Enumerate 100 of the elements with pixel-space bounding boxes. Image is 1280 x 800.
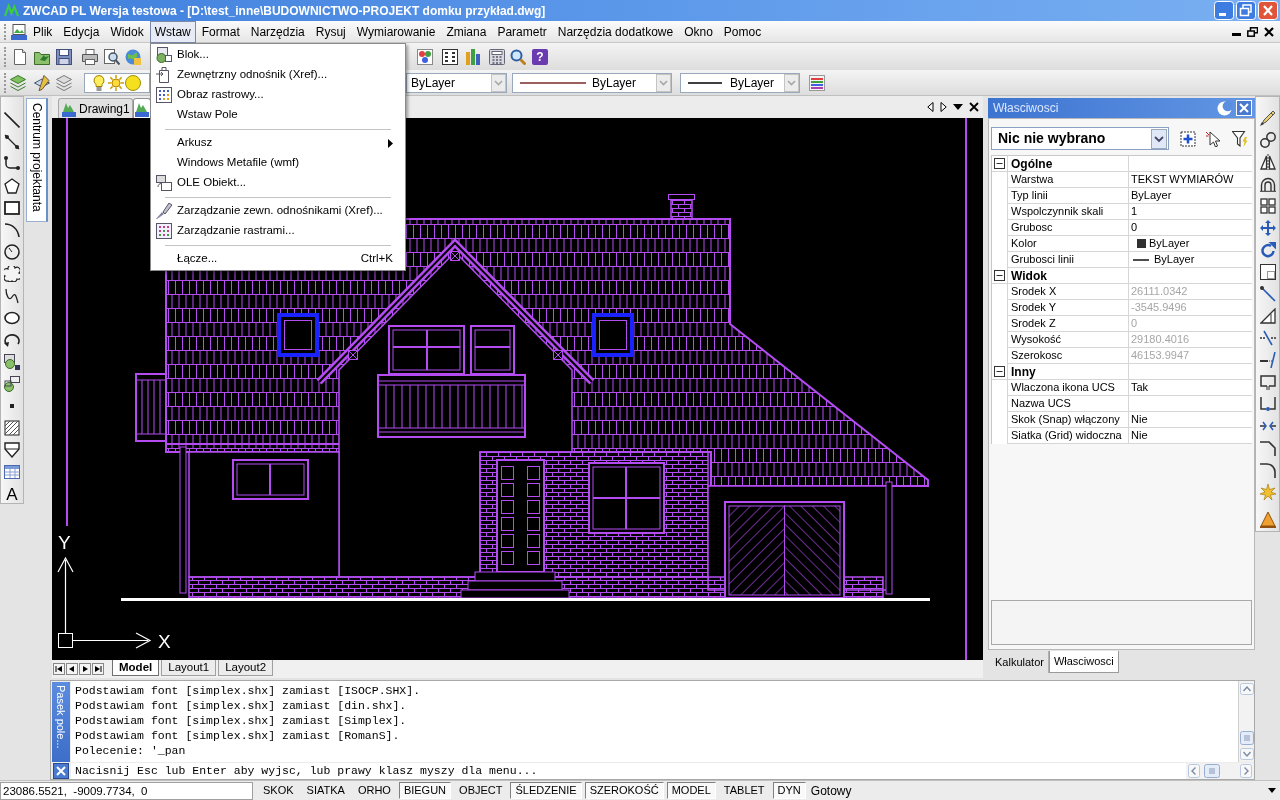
status-toggle[interactable]: SIATKA xyxy=(301,782,350,799)
caret-down-icon[interactable] xyxy=(953,104,963,110)
shapes-stack-icon[interactable] xyxy=(4,376,20,392)
close-icon[interactable] xyxy=(969,102,979,112)
block-shapes-icon[interactable] xyxy=(156,47,172,63)
color-dots-icon[interactable] xyxy=(417,48,433,65)
linked-circles-icon[interactable] xyxy=(1259,132,1276,148)
menu-item[interactable]: Rysuj xyxy=(310,20,351,43)
trim-icon[interactable] xyxy=(1259,330,1276,346)
bar-columns-icon[interactable] xyxy=(465,48,481,65)
property-value[interactable]: ByLayer xyxy=(1149,235,1190,252)
line-with-points-icon[interactable] xyxy=(4,134,20,150)
grid-squares-icon[interactable] xyxy=(1259,198,1276,214)
menu-item[interactable]: Narzędzia xyxy=(245,20,310,43)
pixel-grid-icon[interactable] xyxy=(156,87,172,103)
cloud-icon[interactable] xyxy=(4,266,20,282)
menu-item[interactable]: Zmiana xyxy=(441,20,492,43)
layout-tab[interactable]: Layout2 xyxy=(218,660,274,676)
property-value[interactable]: TEKST WYMIARÓW xyxy=(1131,171,1234,188)
collapse-icon[interactable] xyxy=(994,366,1005,377)
dotted-square-icon[interactable] xyxy=(1259,264,1276,280)
status-toggle[interactable]: DYN xyxy=(772,782,806,799)
caret-down-icon[interactable] xyxy=(1268,788,1276,793)
selection-dropdown[interactable]: Nic nie wybrano xyxy=(991,127,1169,150)
arc-icon[interactable] xyxy=(4,222,20,238)
linetype-dropdown[interactable]: ByLayer xyxy=(512,72,672,93)
color-stripes-icon[interactable] xyxy=(809,74,825,91)
status-toggle[interactable]: ORHO xyxy=(352,782,396,799)
calculator-icon[interactable] xyxy=(489,48,505,65)
panel-tab[interactable]: Kalkulator xyxy=(991,651,1049,673)
color-grid-icon[interactable] xyxy=(156,223,172,239)
crescent-icon[interactable] xyxy=(1217,100,1232,116)
line-icon[interactable] xyxy=(4,112,20,128)
menu-item[interactable]: Wymiarowanie xyxy=(351,20,441,43)
menu-item[interactable]: Łącze... Ctrl+K xyxy=(151,249,405,269)
broken-rectangle-icon[interactable] xyxy=(1259,374,1276,390)
document-thumbnail-icon[interactable] xyxy=(11,23,27,40)
drawing-tab[interactable]: Drawing1 xyxy=(58,98,133,118)
spline-icon[interactable] xyxy=(4,288,20,304)
menu-item[interactable]: Format xyxy=(196,20,245,43)
save-icon[interactable] xyxy=(56,48,72,65)
pentagon-icon[interactable] xyxy=(4,178,20,194)
menu-item[interactable]: Windows Metafile (wmf) xyxy=(151,153,405,173)
collapse-icon[interactable] xyxy=(994,158,1005,169)
menu-item[interactable]: Narzędzia dodatkowe xyxy=(552,20,679,43)
ellipse-arc-icon[interactable] xyxy=(4,332,20,348)
right-arrow-icon[interactable] xyxy=(940,102,947,112)
status-toggle[interactable]: OBJECT xyxy=(454,782,508,799)
layout-tab[interactable]: Model xyxy=(112,660,160,676)
design-center-tab[interactable]: Centrum projektanta xyxy=(26,98,48,222)
next-icon[interactable] xyxy=(79,663,91,675)
menu-item[interactable]: Okno xyxy=(679,20,718,43)
menu-item[interactable]: Wstaw xyxy=(149,20,196,43)
fillet-icon[interactable] xyxy=(1259,462,1276,478)
table-icon[interactable] xyxy=(4,464,20,480)
previous-icon[interactable] xyxy=(66,663,78,675)
chamfer-icon[interactable] xyxy=(1259,440,1276,456)
command-panel-tab[interactable]: Pasek pole... xyxy=(52,682,70,762)
layers-icon[interactable] xyxy=(10,74,26,91)
property-value[interactable]: Nie xyxy=(1131,427,1148,444)
globe-icon[interactable] xyxy=(125,48,141,65)
menu-item[interactable]: Obraz rastrowy... xyxy=(151,85,405,105)
extend-icon[interactable] xyxy=(1259,352,1276,368)
bracket-icon[interactable] xyxy=(1259,396,1276,412)
ellipse-icon[interactable] xyxy=(4,310,20,326)
pencil-icon[interactable] xyxy=(1259,110,1276,126)
color-dropdown[interactable]: ByLayer xyxy=(406,72,507,93)
menu-item[interactable]: Plik xyxy=(28,20,58,43)
cone-icon[interactable] xyxy=(1259,512,1276,528)
status-toggle[interactable]: SKOK xyxy=(258,782,299,799)
last-page-icon[interactable] xyxy=(92,663,104,675)
close-icon[interactable] xyxy=(53,763,69,779)
status-toggle[interactable]: SZEROKOŚĆ xyxy=(584,782,664,799)
minimize-icon[interactable] xyxy=(1214,1,1234,20)
left-arrow-icon[interactable] xyxy=(927,102,934,112)
menu-item[interactable]: Widok xyxy=(105,20,149,43)
funnel-icon[interactable] xyxy=(1232,130,1248,147)
scrollbar-thumb[interactable] xyxy=(1239,731,1254,745)
help-button[interactable]: ? xyxy=(532,48,548,65)
triangle-icon[interactable] xyxy=(1259,308,1276,324)
hatch-icon[interactable] xyxy=(4,420,20,436)
starburst-icon[interactable] xyxy=(1259,484,1276,500)
restore-icon[interactable] xyxy=(1247,26,1258,37)
new-document-icon[interactable] xyxy=(12,48,28,65)
menu-item[interactable]: Arkusz xyxy=(151,133,405,153)
menu-item[interactable]: Zarządzanie rastrami... xyxy=(151,221,405,241)
linked-windows-icon[interactable] xyxy=(156,175,172,191)
text-tool-button[interactable]: A xyxy=(6,485,18,503)
scrollbar-thumb[interactable] xyxy=(1204,764,1220,778)
menu-item[interactable]: Edycja xyxy=(58,20,105,43)
mirror-icon[interactable] xyxy=(1259,154,1276,170)
status-toggle[interactable]: TABLET xyxy=(718,782,770,799)
cursor-icon[interactable] xyxy=(1206,130,1222,147)
lineweight-dropdown[interactable]: ByLayer xyxy=(680,72,800,93)
property-value[interactable]: Tak xyxy=(1131,379,1149,396)
menu-item[interactable]: Zewnętrzny odnośnik (Xref)... xyxy=(151,65,405,85)
first-page-icon[interactable] xyxy=(53,663,65,675)
layer-pencil-icon[interactable] xyxy=(34,74,50,91)
property-value[interactable]: ByLayer xyxy=(1131,187,1172,204)
scrollbar[interactable] xyxy=(1186,763,1254,779)
